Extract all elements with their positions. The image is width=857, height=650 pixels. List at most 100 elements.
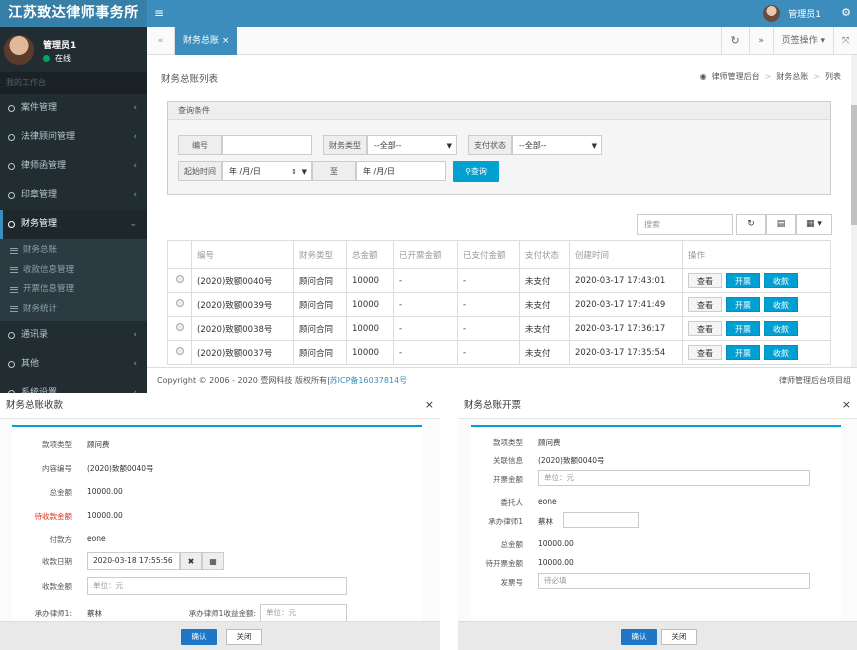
pay-status-select[interactable]: --全部-- ▼: [512, 135, 602, 155]
scrollbar[interactable]: [851, 55, 857, 393]
tab-bar-tools: ↻ » 页签操作 ▾ ⤧: [720, 27, 857, 55]
sidebar-item-settings[interactable]: 系统设置 ‹: [0, 379, 147, 393]
column-header[interactable]: 创建时间: [569, 240, 683, 269]
view-button[interactable]: 查看: [688, 297, 722, 312]
column-header[interactable]: 已支付金额: [457, 240, 520, 269]
refresh-icon[interactable]: ↻: [736, 214, 766, 235]
table-row[interactable]: (2020)致额0037号 顾问合同 10000 - - 未支付 2020-03…: [167, 340, 831, 365]
status-text: 在线: [55, 54, 71, 63]
submenu-item-stats[interactable]: 财务统计: [0, 300, 147, 320]
sidebar-item-letters[interactable]: 律师函管理 ‹: [0, 152, 147, 181]
cell-paid: -: [457, 268, 520, 293]
fullscreen-icon[interactable]: ⤧: [833, 27, 857, 55]
sidebar-item-cases[interactable]: 案件管理 ‹: [0, 94, 147, 123]
row-select[interactable]: [167, 316, 192, 341]
user-menu[interactable]: 管理员1: [763, 4, 821, 23]
close-button[interactable]: 关闭: [226, 629, 262, 645]
receive-button[interactable]: 收款: [764, 273, 798, 288]
table-row[interactable]: (2020)致额0039号 顾问合同 10000 - - 未支付 2020-03…: [167, 292, 831, 317]
lawyer-amount-input[interactable]: 单位：元: [260, 604, 347, 621]
columns-icon[interactable]: ▦ ▾: [796, 214, 832, 235]
view-button[interactable]: 查看: [688, 321, 722, 336]
logo[interactable]: 江苏致达律师事务所: [0, 0, 147, 27]
sidebar-item-contacts[interactable]: 通讯录 ‹: [0, 321, 147, 350]
submenu-item-receipts[interactable]: 收款信息管理: [0, 261, 147, 281]
refresh-icon[interactable]: ↻: [720, 27, 749, 55]
cell-type: 顾问合同: [293, 292, 347, 317]
receive-button[interactable]: 收款: [764, 345, 798, 360]
field-label: 款项类型: [42, 440, 72, 449]
list-icon: [10, 306, 18, 313]
type-select[interactable]: --全部-- ▼: [367, 135, 457, 155]
number-input[interactable]: [222, 135, 312, 155]
start-date-input[interactable]: 年 /月/日 ⇕ ▼: [222, 161, 312, 181]
confirm-button[interactable]: 确认: [621, 629, 657, 645]
row-select[interactable]: [167, 340, 192, 365]
field-value: 蔡林: [538, 517, 553, 526]
menu-toggle-icon[interactable]: ≡: [154, 6, 164, 20]
view-button[interactable]: 查看: [688, 345, 722, 360]
close-icon[interactable]: ×: [425, 393, 434, 417]
invoice-amount-input[interactable]: 单位：元: [538, 470, 810, 486]
radio-icon[interactable]: [175, 299, 184, 307]
radio-icon[interactable]: [175, 323, 184, 331]
tab-scroll-right-icon[interactable]: »: [748, 27, 773, 55]
clear-date-icon[interactable]: ✖: [180, 552, 202, 570]
type-select-value: --全部--: [374, 141, 402, 150]
toggle-view-icon[interactable]: ▤: [766, 214, 796, 235]
tab-ledger[interactable]: 财务总账 ×: [175, 27, 238, 55]
query-button[interactable]: ⚲查询: [453, 161, 499, 182]
cell-created: 2020-03-17 17:36:17: [569, 316, 683, 341]
calendar-icon[interactable]: ▦: [202, 552, 224, 570]
scrollbar-thumb[interactable]: [851, 105, 857, 225]
invoice-button[interactable]: 开票: [726, 345, 760, 360]
submenu-item-invoices[interactable]: 开票信息管理: [0, 280, 147, 300]
row-select[interactable]: [167, 268, 192, 293]
chevron-left-icon: ‹: [133, 330, 137, 340]
breadcrumb-separator: >: [813, 72, 820, 81]
radio-icon[interactable]: [175, 275, 184, 283]
column-header[interactable]: 已开票金额: [393, 240, 458, 269]
receipt-date-input[interactable]: 2020-03-18 17:55:56: [87, 552, 180, 570]
sidebar-item-advisors[interactable]: 法律顾问管理 ‹: [0, 123, 147, 152]
column-header[interactable]: 支付状态: [519, 240, 570, 269]
close-icon[interactable]: ×: [222, 36, 230, 46]
confirm-button[interactable]: 确认: [181, 629, 217, 645]
column-header[interactable]: 编号: [191, 240, 294, 269]
lawyer-input[interactable]: [563, 512, 639, 528]
receipt-amount-input[interactable]: 单位：元: [87, 577, 347, 595]
view-button[interactable]: 查看: [688, 273, 722, 288]
icp-link[interactable]: 苏ICP备16037814号: [330, 376, 408, 385]
radio-icon[interactable]: [175, 347, 184, 355]
submenu-item-ledger[interactable]: 财务总账: [0, 241, 147, 261]
receive-button[interactable]: 收款: [764, 297, 798, 312]
caret-down-icon[interactable]: ▼: [302, 162, 307, 182]
invoice-button[interactable]: 开票: [726, 321, 760, 336]
sidebar-item-seals[interactable]: 印章管理 ‹: [0, 181, 147, 210]
column-header[interactable]: 总金额: [346, 240, 394, 269]
tab-scroll-left-icon[interactable]: «: [147, 27, 175, 55]
close-icon[interactable]: ×: [842, 393, 851, 417]
column-header[interactable]: 财务类型: [293, 240, 347, 269]
receipt-date-label: 收款日期: [42, 557, 72, 566]
field-label: 待开票金额: [485, 559, 524, 568]
breadcrumb-item[interactable]: 律师管理后台: [712, 71, 760, 82]
table-search-input[interactable]: 搜索: [637, 214, 733, 235]
invoice-button[interactable]: 开票: [726, 273, 760, 288]
end-date-input[interactable]: 年 /月/日: [356, 161, 446, 181]
tab-ops-button[interactable]: 页签操作 ▾: [772, 27, 833, 55]
receive-button[interactable]: 收款: [764, 321, 798, 336]
close-button[interactable]: 关闭: [661, 629, 697, 645]
spinner-icon[interactable]: ⇕: [291, 162, 297, 182]
row-select[interactable]: [167, 292, 192, 317]
circle-icon: [8, 105, 15, 112]
gears-icon[interactable]: ⚙: [841, 6, 851, 20]
cell-invoiced: -: [393, 340, 458, 365]
table-row[interactable]: (2020)致额0040号 顾问合同 10000 - - 未支付 2020-03…: [167, 268, 831, 293]
sidebar-item-finance[interactable]: 财务管理 ⌄: [0, 210, 147, 239]
invoice-number-input[interactable]: 待必填: [538, 573, 810, 589]
invoice-button[interactable]: 开票: [726, 297, 760, 312]
breadcrumb-item[interactable]: 财务总账: [776, 71, 808, 82]
table-row[interactable]: (2020)致额0038号 顾问合同 10000 - - 未支付 2020-03…: [167, 316, 831, 341]
sidebar-item-other[interactable]: 其他 ‹: [0, 350, 147, 379]
